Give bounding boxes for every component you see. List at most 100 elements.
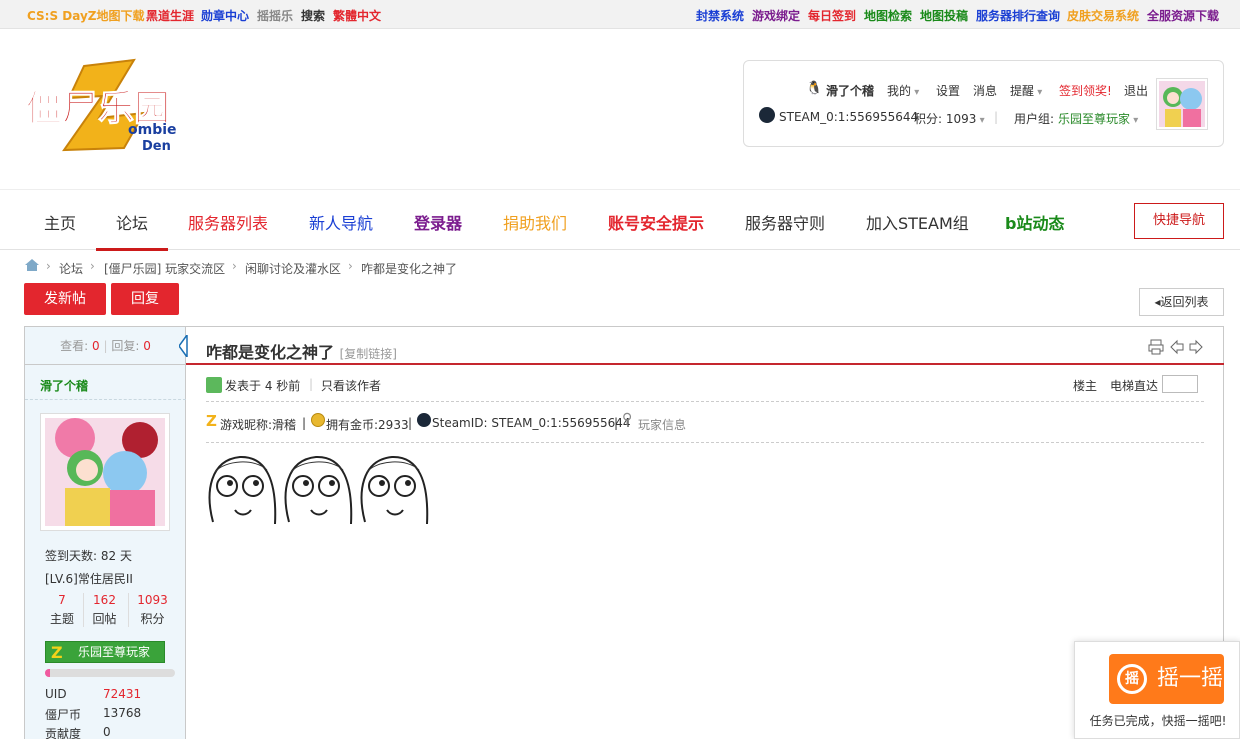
only-author-link[interactable]: 只看该作者 (321, 377, 381, 394)
nav-account-security[interactable]: 账号安全提示 (608, 210, 704, 234)
toplink-game-bind[interactable]: 游戏绑定 (752, 7, 800, 24)
messages-link[interactable]: 消息 (973, 82, 997, 99)
signin-reward-link[interactable]: 签到领奖! (1059, 82, 1112, 99)
floor-label: 楼主 (1073, 379, 1098, 393)
author-stat-topics[interactable]: 7 主题 (41, 593, 83, 627)
author-header-divider (25, 399, 186, 400)
logout-link[interactable]: 退出 (1124, 82, 1148, 99)
views-count: 0 (92, 339, 100, 353)
shake-button[interactable]: 摇 摇一摇 (1109, 654, 1224, 704)
author-avatar-image (45, 418, 165, 526)
back-to-list-button[interactable]: ◂返回列表 (1139, 288, 1224, 316)
toplink-ban-system[interactable]: 封禁系统 (696, 7, 744, 24)
remind-menu[interactable]: 提醒 (1010, 82, 1042, 99)
breadcrumb-separator: › (348, 259, 353, 273)
next-thread-icon[interactable] (1188, 339, 1204, 358)
meme-face-image (360, 455, 429, 525)
nav-server-list[interactable]: 服务器列表 (188, 210, 268, 234)
toplink-skin-trade[interactable]: 皮肤交易系统 (1067, 7, 1139, 24)
shake-widget: 摇 摇一摇 任务已完成，快摇一摇吧! (1074, 641, 1240, 739)
nav-newbie-guide[interactable]: 新人导航 (309, 210, 373, 234)
toplink-map-search[interactable]: 地图检索 (864, 7, 912, 24)
user-level: [LV.6]常住居民II (45, 572, 133, 586)
toplink-daily-signin[interactable]: 每日签到 (808, 7, 856, 24)
breadcrumb-separator: › (232, 259, 237, 273)
elevator-input[interactable] (1162, 375, 1198, 393)
group-label: 用户组: (1014, 112, 1055, 126)
author-stat-posts[interactable]: 162 回帖 (83, 593, 125, 627)
replies-label: 回复: (111, 339, 140, 353)
toplink-shake[interactable]: 摇摇乐 (257, 7, 293, 24)
home-icon[interactable] (24, 258, 40, 272)
level-progress-fill (45, 669, 51, 677)
shake-notice: 任务已完成，快摇一摇吧! (1089, 714, 1227, 728)
views-label: 查看: (60, 339, 89, 353)
breadcrumb-separator: › (46, 259, 51, 273)
author-name[interactable]: 滑了个稽 (40, 377, 88, 394)
meme-face-image (208, 455, 277, 525)
player-info-link[interactable]: 玩家信息 (638, 416, 686, 433)
breadcrumb-forum[interactable]: 论坛 (59, 260, 83, 277)
quick-nav-button[interactable]: 快捷导航 (1134, 203, 1224, 239)
points-menu[interactable]: 积分: 1093 (914, 110, 985, 127)
user-avatar[interactable] (1156, 78, 1208, 130)
level-progress-bar (45, 669, 175, 677)
toplink-map-submit[interactable]: 地图投稿 (920, 7, 968, 24)
gold-amount: 拥有金币:2933 (326, 418, 409, 432)
group-link[interactable]: 乐园至尊玩家 (1058, 110, 1138, 127)
toplink-traditional[interactable]: 繁體中文 (333, 7, 381, 24)
author-avatar[interactable] (40, 413, 170, 531)
prev-thread-icon[interactable] (1169, 339, 1185, 358)
author-sidebar: 查看: 0 | 回复: 0 滑了个稽 签到天数: 82 天 [LV.6]常住居民… (25, 327, 186, 739)
uid-label: UID (45, 687, 67, 701)
site-logo[interactable]: 僵尸乐园 ombie Den (24, 58, 186, 154)
nav-donate[interactable]: 捐助我们 (503, 210, 567, 234)
meta-divider: | (614, 416, 619, 430)
logo-text-en-1: ombie (128, 122, 177, 138)
site-logo-graphic: 僵尸乐园 ombie Den (26, 58, 177, 154)
signin-days: 签到天数: 82 天 (45, 549, 132, 563)
post-container: 查看: 0 | 回复: 0 滑了个稽 签到天数: 82 天 [LV.6]常住居民… (24, 326, 1224, 739)
toplink-dayz-maps[interactable]: CS:S DayZ地图下载 (27, 7, 145, 24)
toplink-search[interactable]: 搜索 (301, 7, 325, 24)
copy-link[interactable]: [复制链接] (340, 347, 397, 361)
score-count: 1093 (137, 593, 168, 607)
new-post-button[interactable]: 发新帖 (24, 283, 106, 315)
nav-steam-group[interactable]: 加入STEAM组 (866, 210, 969, 234)
nav-bilibili[interactable]: b站动态 (1005, 210, 1064, 234)
breadcrumb-player-area[interactable]: [僵尸乐园] 玩家交流区 (104, 260, 225, 277)
magnifier-icon: ⚲ (622, 411, 633, 427)
settings-link[interactable]: 设置 (936, 82, 960, 99)
my-menu[interactable]: 我的 (887, 82, 919, 99)
toplink-resources[interactable]: 全服资源下载 (1147, 7, 1219, 24)
user-panel: 🐧 滑了个稽 我的 设置 消息 提醒 签到领奖! 退出 STEAM_0:1:55… (743, 60, 1224, 147)
toplink-server-rank[interactable]: 服务器排行查询 (976, 7, 1060, 24)
coin-value: 13768 (103, 706, 142, 720)
nav-active-indicator (96, 248, 168, 251)
uid-value[interactable]: 72431 (103, 687, 141, 701)
reply-button[interactable]: 回复 (111, 283, 179, 315)
shake-button-label: 摇一摇 (1157, 666, 1224, 691)
user-avatar-image (1159, 81, 1205, 127)
meta-divider: | (408, 416, 413, 430)
elevator-label: 电梯直达 (1110, 379, 1159, 393)
print-icon[interactable] (1148, 339, 1164, 358)
nav-launcher[interactable]: 登录器 (414, 210, 462, 234)
player-steamid: SteamID: STEAM_0:1:556955644 (432, 416, 631, 430)
thread-header: 咋都是变化之神了 [复制链接] (186, 327, 1224, 365)
author-stat-score[interactable]: 1093 积分 (128, 593, 176, 627)
breadcrumb-chat-area[interactable]: 闲聊讨论及灌水区 (245, 260, 341, 277)
toplink-gang-life[interactable]: 黑道生涯 (146, 7, 194, 24)
main-nav: 主页 论坛 服务器列表 新人导航 登录器 捐助我们 账号安全提示 服务器守则 加… (0, 189, 1240, 251)
user-name-link[interactable]: 滑了个稽 (826, 82, 874, 99)
nav-forum[interactable]: 论坛 (116, 210, 148, 234)
group-badge-label: 乐园至尊玩家 (78, 645, 151, 659)
meta-divider-line (206, 401, 1204, 402)
steam-icon (759, 107, 775, 123)
nav-server-rules[interactable]: 服务器守则 (745, 210, 825, 234)
topics-label: 主题 (49, 612, 74, 626)
posts-count: 162 (93, 593, 116, 607)
nav-home[interactable]: 主页 (44, 210, 76, 234)
thread-title-text: 咋都是变化之神了 (206, 343, 335, 362)
toplink-medal-center[interactable]: 勋章中心 (201, 7, 249, 24)
